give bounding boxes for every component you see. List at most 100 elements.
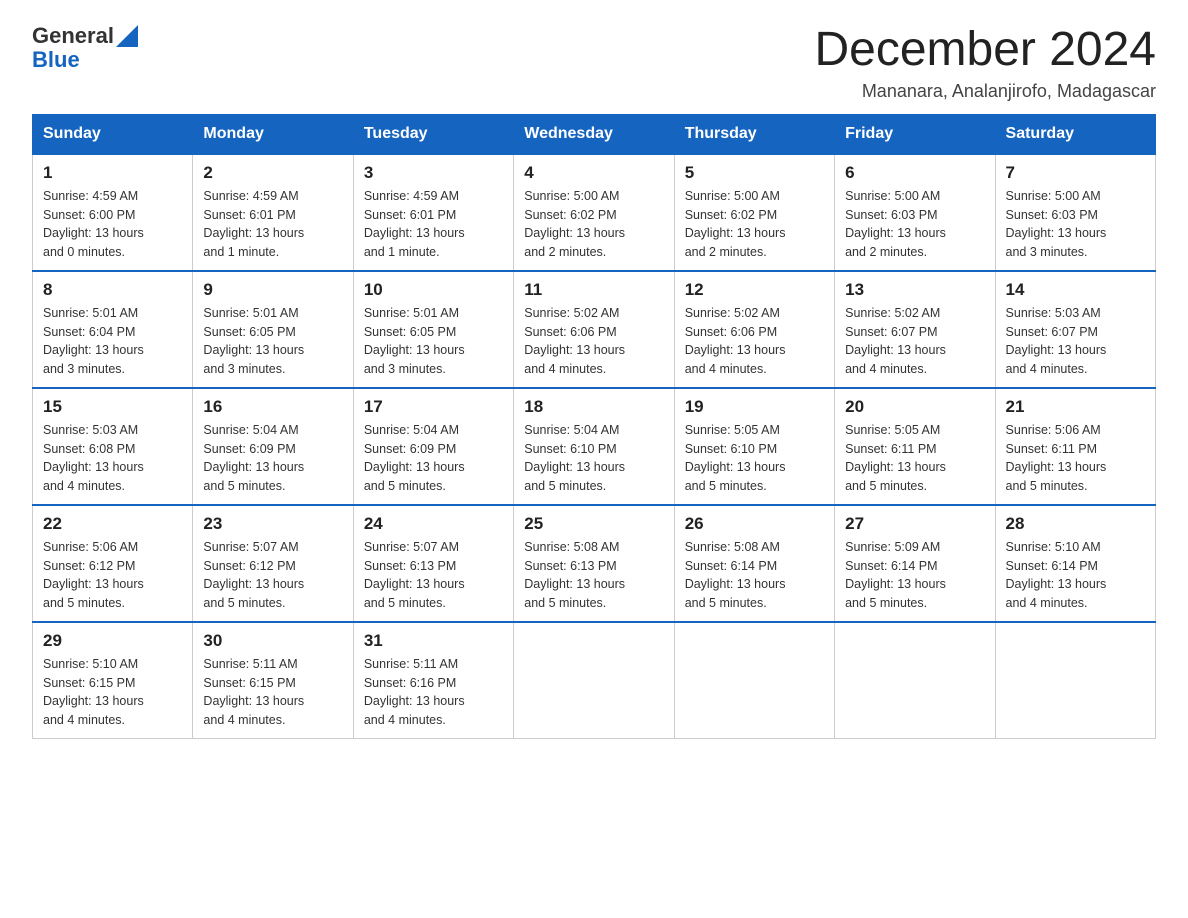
day-cell-28: 28 Sunrise: 5:10 AMSunset: 6:14 PMDayligh… <box>995 505 1155 622</box>
day-number: 10 <box>364 280 503 300</box>
day-number: 27 <box>845 514 984 534</box>
day-cell-12: 12 Sunrise: 5:02 AMSunset: 6:06 PMDayligh… <box>674 271 834 388</box>
header-friday: Friday <box>835 114 995 154</box>
day-number: 24 <box>364 514 503 534</box>
week-row-1: 1 Sunrise: 4:59 AMSunset: 6:00 PMDaylight… <box>33 154 1156 271</box>
header-sunday: Sunday <box>33 114 193 154</box>
day-cell-20: 20 Sunrise: 5:05 AMSunset: 6:11 PMDayligh… <box>835 388 995 505</box>
logo-triangle-icon <box>116 25 138 47</box>
week-row-2: 8 Sunrise: 5:01 AMSunset: 6:04 PMDaylight… <box>33 271 1156 388</box>
day-cell-3: 3 Sunrise: 4:59 AMSunset: 6:01 PMDaylight… <box>353 154 513 271</box>
day-cell-8: 8 Sunrise: 5:01 AMSunset: 6:04 PMDaylight… <box>33 271 193 388</box>
day-number: 4 <box>524 163 663 183</box>
day-number: 7 <box>1006 163 1145 183</box>
day-cell-5: 5Sunrise: 5:00 AMSunset: 6:02 PMDaylight… <box>674 154 834 271</box>
day-number: 1 <box>43 163 182 183</box>
day-number: 25 <box>524 514 663 534</box>
calendar-header-row: SundayMondayTuesdayWednesdayThursdayFrid… <box>33 114 1156 154</box>
day-info: Sunrise: 5:07 AMSunset: 6:12 PMDaylight:… <box>203 540 304 610</box>
week-row-5: 29 Sunrise: 5:10 AMSunset: 6:15 PMDayligh… <box>33 622 1156 739</box>
empty-cell <box>514 622 674 739</box>
day-cell-14: 14Sunrise: 5:03 AMSunset: 6:07 PMDayligh… <box>995 271 1155 388</box>
day-info: Sunrise: 5:04 AMSunset: 6:10 PMDaylight:… <box>524 423 625 493</box>
day-info: Sunrise: 5:02 AMSunset: 6:07 PMDaylight:… <box>845 306 946 376</box>
day-info: Sunrise: 5:06 AMSunset: 6:11 PMDaylight:… <box>1006 423 1107 493</box>
day-info: Sunrise: 5:00 AMSunset: 6:03 PMDaylight:… <box>845 189 946 259</box>
day-number: 14 <box>1006 280 1145 300</box>
day-info: Sunrise: 5:11 AMSunset: 6:16 PMDaylight:… <box>364 657 465 727</box>
day-number: 23 <box>203 514 342 534</box>
day-cell-10: 10Sunrise: 5:01 AMSunset: 6:05 PMDayligh… <box>353 271 513 388</box>
logo: General Blue <box>32 24 138 72</box>
day-number: 30 <box>203 631 342 651</box>
day-number: 8 <box>43 280 182 300</box>
day-number: 12 <box>685 280 824 300</box>
title-block: December 2024 Mananara, Analanjirofo, Ma… <box>814 24 1156 102</box>
header-monday: Monday <box>193 114 353 154</box>
day-info: Sunrise: 4:59 AMSunset: 6:01 PMDaylight:… <box>364 189 465 259</box>
day-info: Sunrise: 5:08 AMSunset: 6:14 PMDaylight:… <box>685 540 786 610</box>
day-cell-16: 16Sunrise: 5:04 AMSunset: 6:09 PMDayligh… <box>193 388 353 505</box>
header-wednesday: Wednesday <box>514 114 674 154</box>
day-info: Sunrise: 4:59 AMSunset: 6:00 PMDaylight:… <box>43 189 144 259</box>
day-info: Sunrise: 5:01 AMSunset: 6:05 PMDaylight:… <box>203 306 304 376</box>
day-number: 28 <box>1006 514 1145 534</box>
week-row-3: 15Sunrise: 5:03 AMSunset: 6:08 PMDayligh… <box>33 388 1156 505</box>
day-number: 17 <box>364 397 503 417</box>
day-cell-26: 26 Sunrise: 5:08 AMSunset: 6:14 PMDayligh… <box>674 505 834 622</box>
empty-cell <box>835 622 995 739</box>
day-cell-27: 27Sunrise: 5:09 AMSunset: 6:14 PMDayligh… <box>835 505 995 622</box>
day-number: 3 <box>364 163 503 183</box>
day-cell-7: 7 Sunrise: 5:00 AMSunset: 6:03 PMDaylight… <box>995 154 1155 271</box>
day-info: Sunrise: 5:10 AMSunset: 6:15 PMDaylight:… <box>43 657 144 727</box>
page-subtitle: Mananara, Analanjirofo, Madagascar <box>814 81 1156 102</box>
day-number: 20 <box>845 397 984 417</box>
day-number: 22 <box>43 514 182 534</box>
day-info: Sunrise: 5:05 AMSunset: 6:11 PMDaylight:… <box>845 423 946 493</box>
day-number: 11 <box>524 280 663 300</box>
day-info: Sunrise: 5:02 AMSunset: 6:06 PMDaylight:… <box>685 306 786 376</box>
day-cell-25: 25Sunrise: 5:08 AMSunset: 6:13 PMDayligh… <box>514 505 674 622</box>
day-number: 2 <box>203 163 342 183</box>
header-saturday: Saturday <box>995 114 1155 154</box>
day-cell-1: 1 Sunrise: 4:59 AMSunset: 6:00 PMDaylight… <box>33 154 193 271</box>
day-info: Sunrise: 5:10 AMSunset: 6:14 PMDaylight:… <box>1006 540 1107 610</box>
day-cell-4: 4 Sunrise: 5:00 AMSunset: 6:02 PMDaylight… <box>514 154 674 271</box>
day-cell-29: 29 Sunrise: 5:10 AMSunset: 6:15 PMDayligh… <box>33 622 193 739</box>
day-cell-6: 6Sunrise: 5:00 AMSunset: 6:03 PMDaylight… <box>835 154 995 271</box>
logo-blue: Blue <box>32 48 138 72</box>
page-header: General Blue December 2024 Mananara, Ana… <box>32 24 1156 102</box>
day-number: 21 <box>1006 397 1145 417</box>
day-cell-24: 24 Sunrise: 5:07 AMSunset: 6:13 PMDayligh… <box>353 505 513 622</box>
header-tuesday: Tuesday <box>353 114 513 154</box>
day-info: Sunrise: 5:00 AMSunset: 6:02 PMDaylight:… <box>685 189 786 259</box>
day-number: 31 <box>364 631 503 651</box>
empty-cell <box>674 622 834 739</box>
day-number: 18 <box>524 397 663 417</box>
day-cell-31: 31 Sunrise: 5:11 AMSunset: 6:16 PMDayligh… <box>353 622 513 739</box>
day-info: Sunrise: 5:01 AMSunset: 6:04 PMDaylight:… <box>43 306 144 376</box>
day-info: Sunrise: 4:59 AMSunset: 6:01 PMDaylight:… <box>203 189 304 259</box>
day-info: Sunrise: 5:07 AMSunset: 6:13 PMDaylight:… <box>364 540 465 610</box>
day-number: 13 <box>845 280 984 300</box>
day-info: Sunrise: 5:04 AMSunset: 6:09 PMDaylight:… <box>364 423 465 493</box>
day-cell-2: 2 Sunrise: 4:59 AMSunset: 6:01 PMDaylight… <box>193 154 353 271</box>
day-cell-22: 22Sunrise: 5:06 AMSunset: 6:12 PMDayligh… <box>33 505 193 622</box>
day-cell-30: 30 Sunrise: 5:11 AMSunset: 6:15 PMDayligh… <box>193 622 353 739</box>
page-title: December 2024 <box>814 24 1156 77</box>
day-info: Sunrise: 5:00 AMSunset: 6:03 PMDaylight:… <box>1006 189 1107 259</box>
day-cell-9: 9 Sunrise: 5:01 AMSunset: 6:05 PMDaylight… <box>193 271 353 388</box>
day-number: 9 <box>203 280 342 300</box>
day-info: Sunrise: 5:04 AMSunset: 6:09 PMDaylight:… <box>203 423 304 493</box>
day-number: 29 <box>43 631 182 651</box>
week-row-4: 22Sunrise: 5:06 AMSunset: 6:12 PMDayligh… <box>33 505 1156 622</box>
day-info: Sunrise: 5:00 AMSunset: 6:02 PMDaylight:… <box>524 189 625 259</box>
day-number: 26 <box>685 514 824 534</box>
day-cell-23: 23 Sunrise: 5:07 AMSunset: 6:12 PMDayligh… <box>193 505 353 622</box>
header-thursday: Thursday <box>674 114 834 154</box>
day-cell-21: 21 Sunrise: 5:06 AMSunset: 6:11 PMDayligh… <box>995 388 1155 505</box>
logo-general: General <box>32 24 114 48</box>
day-info: Sunrise: 5:11 AMSunset: 6:15 PMDaylight:… <box>203 657 304 727</box>
day-info: Sunrise: 5:03 AMSunset: 6:08 PMDaylight:… <box>43 423 144 493</box>
day-cell-13: 13 Sunrise: 5:02 AMSunset: 6:07 PMDayligh… <box>835 271 995 388</box>
